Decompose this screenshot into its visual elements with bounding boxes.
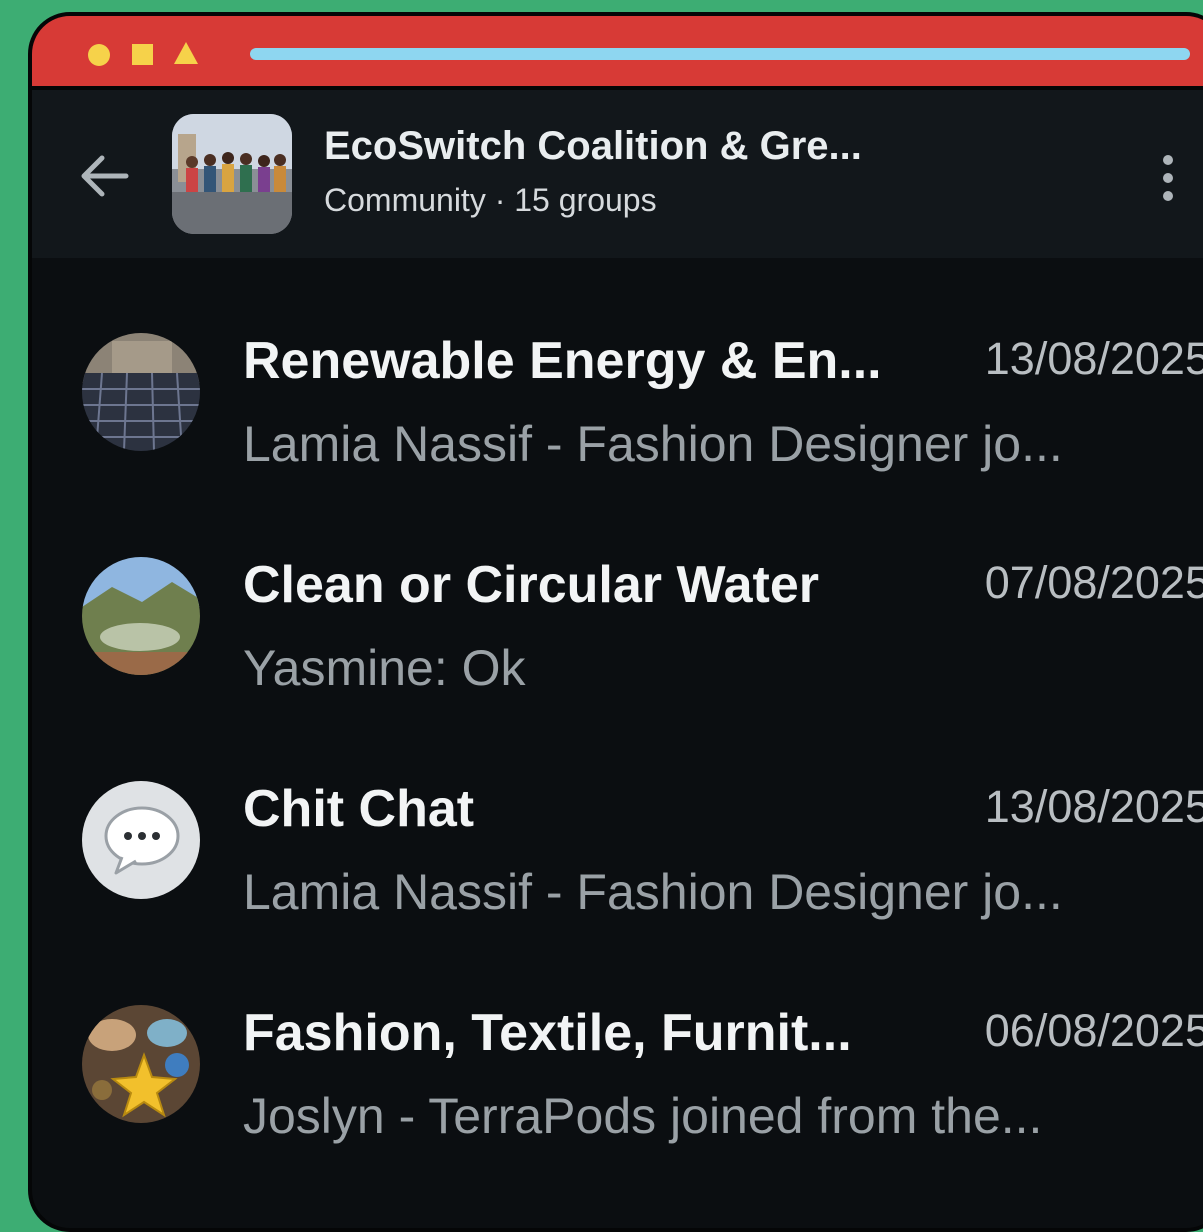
square-shape-icon	[132, 44, 153, 65]
water-reservoir-avatar-icon	[82, 557, 200, 675]
community-subtitle: Community · 15 groups	[324, 182, 657, 218]
arrow-left-icon[interactable]	[76, 148, 132, 204]
group-preview: Lamia Nassif - Fashion Designer jo...	[243, 864, 1063, 920]
group-date: 13/08/2025	[984, 781, 1203, 832]
group-preview: Lamia Nassif - Fashion Designer jo...	[243, 416, 1063, 472]
community-header: EcoSwitch Coalition & Gre... Community ·…	[32, 90, 1203, 258]
app-window: EcoSwitch Coalition & Gre... Community ·…	[28, 12, 1203, 1232]
circle-shape-icon	[88, 44, 110, 66]
address-bar	[250, 48, 1190, 60]
group-date: 07/08/2025	[984, 557, 1203, 608]
community-title[interactable]: EcoSwitch Coalition & Gre...	[324, 124, 862, 169]
solar-panels-avatar-icon	[82, 333, 200, 451]
triangle-shape-icon	[174, 42, 198, 64]
group-preview: Yasmine: Ok	[243, 640, 526, 696]
group-name: Clean or Circular Water	[243, 556, 820, 614]
chat-bubble-avatar-icon	[82, 781, 200, 899]
group-row-renewable[interactable]: Renewable Energy & En... 13/08/2025 Lami…	[32, 332, 1203, 533]
group-name: Fashion, Textile, Furnit...	[243, 1004, 852, 1062]
group-preview: Joslyn - TerraPods joined from the...	[243, 1088, 1043, 1144]
group-row-fashion[interactable]: Fashion, Textile, Furnit... 06/08/2025 J…	[32, 1004, 1203, 1205]
group-name: Chit Chat	[243, 780, 475, 838]
group-name: Renewable Energy & En...	[243, 332, 882, 390]
group-date: 13/08/2025	[984, 333, 1203, 384]
more-vertical-icon[interactable]	[1156, 150, 1180, 206]
window-titlebar	[32, 16, 1203, 90]
group-date: 06/08/2025	[984, 1005, 1203, 1056]
group-row-chitchat[interactable]: Chit Chat 13/08/2025 Lamia Nassif - Fash…	[32, 780, 1203, 981]
community-avatar[interactable]	[172, 114, 292, 234]
group-photo-icon	[172, 114, 292, 234]
craft-items-avatar-icon	[82, 1005, 200, 1123]
group-row-water[interactable]: Clean or Circular Water 07/08/2025 Yasmi…	[32, 556, 1203, 757]
